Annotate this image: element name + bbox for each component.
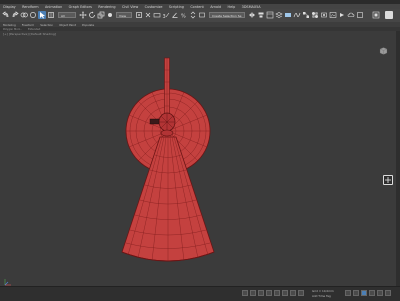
play-button[interactable] bbox=[282, 290, 288, 296]
next-frame-button[interactable] bbox=[290, 290, 296, 296]
wall-lamp-model[interactable] bbox=[0, 0, 400, 300]
previous-frame-button[interactable] bbox=[274, 290, 280, 296]
set-key-button[interactable] bbox=[361, 290, 367, 296]
auto-key-button[interactable] bbox=[250, 290, 256, 296]
add-time-tag-label[interactable]: Add Time Tag bbox=[312, 294, 331, 298]
key-filters-button[interactable] bbox=[258, 290, 264, 296]
zoom-all-button[interactable] bbox=[353, 290, 359, 296]
go-to-start-button[interactable] bbox=[266, 290, 272, 296]
set-key-mode-button[interactable] bbox=[242, 290, 248, 296]
zoom-button[interactable] bbox=[345, 290, 351, 296]
lamp-rod[interactable] bbox=[164, 57, 170, 115]
status-bar: Grid = 10,0mm Add Time Tag bbox=[0, 286, 400, 301]
grid-readout: Grid = 10,0mm bbox=[312, 289, 334, 293]
pan-view-button[interactable] bbox=[369, 290, 375, 296]
maximize-viewport-button[interactable] bbox=[383, 175, 393, 185]
maximize-toggle-button[interactable] bbox=[385, 290, 391, 296]
orbit-button[interactable] bbox=[377, 290, 383, 296]
go-to-end-button[interactable] bbox=[298, 290, 304, 296]
